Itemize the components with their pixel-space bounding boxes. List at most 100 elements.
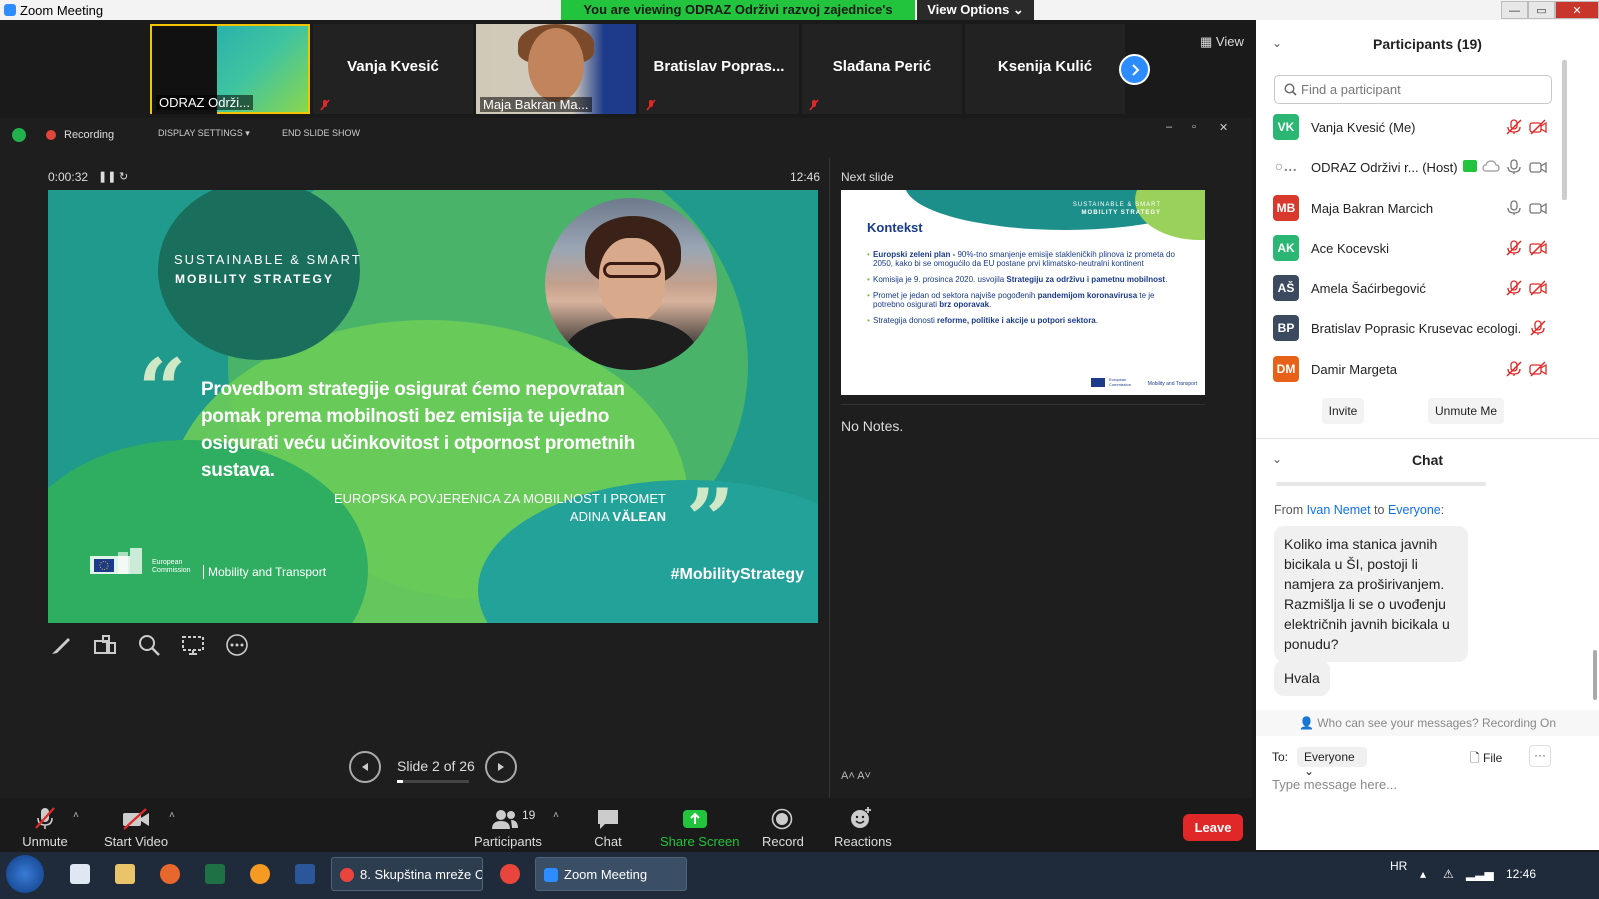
excel-icon[interactable] — [205, 864, 225, 884]
participant-row[interactable]: BP Bratislav Poprasic Krusevac ecologi..… — [1256, 313, 1566, 353]
record-button[interactable]: Record — [762, 804, 804, 849]
video-thumbnail[interactable]: Bratislav Popras... — [639, 24, 799, 114]
participant-row[interactable]: VK Vanja Kvesić (Me) — [1256, 112, 1566, 152]
next-page-button[interactable] — [1119, 54, 1150, 85]
maximize-button[interactable]: ▭ — [1528, 1, 1555, 19]
reactions-icon — [851, 807, 871, 828]
audio-options-caret[interactable]: ˄ — [73, 810, 79, 821]
video-thumbnail[interactable]: Maja Bakran Ma... — [476, 24, 653, 114]
commission-text: European Commission — [152, 559, 191, 575]
network-warning-icon[interactable]: ⚠ — [1443, 867, 1454, 881]
more-options-icon[interactable] — [224, 632, 250, 658]
chat-label: Chat — [594, 834, 622, 849]
taskbar: 8. Skupština mreže C... Zoom Meeting HR … — [0, 852, 1599, 899]
app-icon[interactable] — [250, 864, 270, 884]
mic-muted-icon[interactable] — [1505, 280, 1523, 296]
participant-row[interactable]: AŠ Amela Šaćirbegović — [1256, 273, 1566, 313]
grid-icon: ▦ — [1200, 34, 1216, 49]
video-options-caret[interactable]: ˄ — [169, 810, 175, 821]
meeting-controls: Unmute ˄ Start Video ˄ Participants 19 ˄… — [0, 798, 1252, 850]
video-icon[interactable] — [1529, 200, 1547, 216]
file-button[interactable]: 🗋 File — [1470, 749, 1502, 770]
participant-row[interactable]: ○… ODRAZ Održivi r... (Host) — [1256, 152, 1566, 192]
message-visibility-note[interactable]: 👤 Who can see your messages? Recording O… — [1256, 710, 1599, 736]
firefox-icon[interactable] — [160, 864, 180, 884]
next-slide-button[interactable] — [485, 751, 517, 783]
tray-arrow-icon[interactable]: ▴ — [1420, 867, 1426, 881]
view-button[interactable]: ▦ View — [1200, 34, 1244, 50]
video-off-icon[interactable] — [1529, 119, 1547, 135]
restore-icon[interactable]: ▫ — [1192, 121, 1196, 133]
next-slide-preview[interactable]: SUSTAINABLE & SMART MOBILITY STRATEGY Ko… — [841, 190, 1205, 395]
close-icon[interactable]: ✕ — [1219, 121, 1228, 134]
video-thumbnail[interactable]: ODRAZ Održi... — [150, 24, 333, 114]
participants-options-caret[interactable]: ˄ — [553, 810, 559, 821]
black-screen-icon[interactable] — [180, 632, 206, 658]
participant-list: VK Vanja Kvesić (Me) ○… ODRAZ Održivi r.… — [1256, 112, 1566, 394]
participants-title: Participants (19) — [1373, 36, 1482, 52]
video-thumbnail[interactable]: Ksenija Kulić — [965, 24, 1125, 114]
file-explorer-icon[interactable] — [115, 864, 135, 884]
taskbar-chrome-window[interactable]: 8. Skupština mreže C... — [331, 857, 483, 891]
taskbar-zoom-window[interactable]: Zoom Meeting — [535, 857, 687, 891]
mic-icon[interactable] — [1505, 159, 1523, 175]
participant-name: Maja Bakran Marcich — [1311, 200, 1434, 216]
recipient-name[interactable]: Everyone — [1388, 503, 1441, 517]
record-icon — [771, 808, 793, 830]
unmute-button[interactable]: Unmute — [20, 804, 70, 849]
eu-flag-icon — [1091, 378, 1105, 387]
unmute-me-button[interactable]: Unmute Me — [1428, 398, 1504, 424]
chrome-icon[interactable] — [500, 864, 520, 884]
participant-row[interactable]: MB Maja Bakran Marcich — [1256, 193, 1566, 233]
pause-icon[interactable]: ❚❚ — [98, 170, 116, 183]
chat-message-input[interactable]: Type message here... — [1272, 777, 1397, 792]
minimize-icon[interactable]: – — [1166, 121, 1172, 133]
video-off-icon[interactable] — [1529, 240, 1547, 256]
more-button[interactable]: ··· — [1529, 745, 1551, 767]
participant-search-input[interactable]: Find a participant — [1274, 75, 1552, 104]
pen-icon[interactable] — [48, 632, 74, 658]
end-slide-show-button[interactable]: END SLIDE SHOW — [282, 128, 360, 138]
mic-muted-icon[interactable] — [1505, 361, 1523, 377]
word-icon[interactable] — [295, 864, 315, 884]
invite-button[interactable]: Invite — [1322, 398, 1364, 424]
mic-muted-icon[interactable] — [1505, 119, 1523, 135]
minimize-button[interactable]: — — [1501, 1, 1528, 19]
zoom-slide-icon[interactable] — [136, 632, 162, 658]
sender-name[interactable]: Ivan Nemet — [1307, 503, 1371, 517]
window-title: Zoom Meeting — [20, 3, 104, 18]
tray-clock[interactable]: 12:46 — [1506, 867, 1536, 881]
share-screen-button[interactable]: Share Screen — [660, 804, 740, 849]
chat-icon — [598, 810, 618, 829]
attribution-last: VĂLEAN — [612, 509, 666, 524]
video-off-icon[interactable] — [1529, 361, 1547, 377]
see-all-slides-icon[interactable] — [92, 632, 118, 658]
recipient-select[interactable]: Everyone ⌄ — [1297, 747, 1367, 778]
signal-icon[interactable]: ▂▃▅ — [1466, 867, 1494, 881]
participant-row[interactable]: AK Ace Kocevski — [1256, 233, 1566, 273]
participants-scrollbar[interactable] — [1562, 60, 1567, 200]
chat-button[interactable]: Chat — [590, 804, 626, 849]
presenter-view: Recording DISPLAY SETTINGS ▾ END SLIDE S… — [0, 118, 1252, 798]
video-thumbnail[interactable]: Vanja Kvesić — [313, 24, 473, 114]
participant-row[interactable]: DM Damir Margeta — [1256, 354, 1566, 394]
previous-slide-button[interactable] — [349, 751, 381, 783]
font-size-controls[interactable]: A˄ A˅ — [841, 770, 871, 782]
video-thumbnail[interactable]: Slađana Perić — [802, 24, 962, 114]
reactions-button[interactable]: Reactions — [834, 804, 892, 849]
mic-muted-icon[interactable] — [1529, 320, 1547, 337]
view-options-button[interactable]: View Options ⌄ — [917, 0, 1034, 20]
close-button[interactable]: ✕ — [1555, 1, 1599, 19]
mic-icon[interactable] — [1505, 199, 1523, 216]
mic-muted-icon[interactable] — [1505, 240, 1523, 256]
start-button[interactable] — [6, 855, 44, 893]
video-off-icon[interactable] — [1529, 280, 1547, 296]
notepad-icon[interactable] — [70, 864, 90, 884]
language-indicator[interactable]: HR — [1390, 859, 1407, 873]
start-video-button[interactable]: Start Video — [104, 804, 168, 849]
video-icon[interactable] — [1529, 159, 1547, 175]
leave-button[interactable]: Leave — [1183, 814, 1243, 841]
display-settings-button[interactable]: DISPLAY SETTINGS ▾ — [158, 128, 250, 139]
chat-scrollbar[interactable] — [1593, 650, 1597, 700]
reset-icon[interactable]: ↻ — [119, 170, 128, 183]
